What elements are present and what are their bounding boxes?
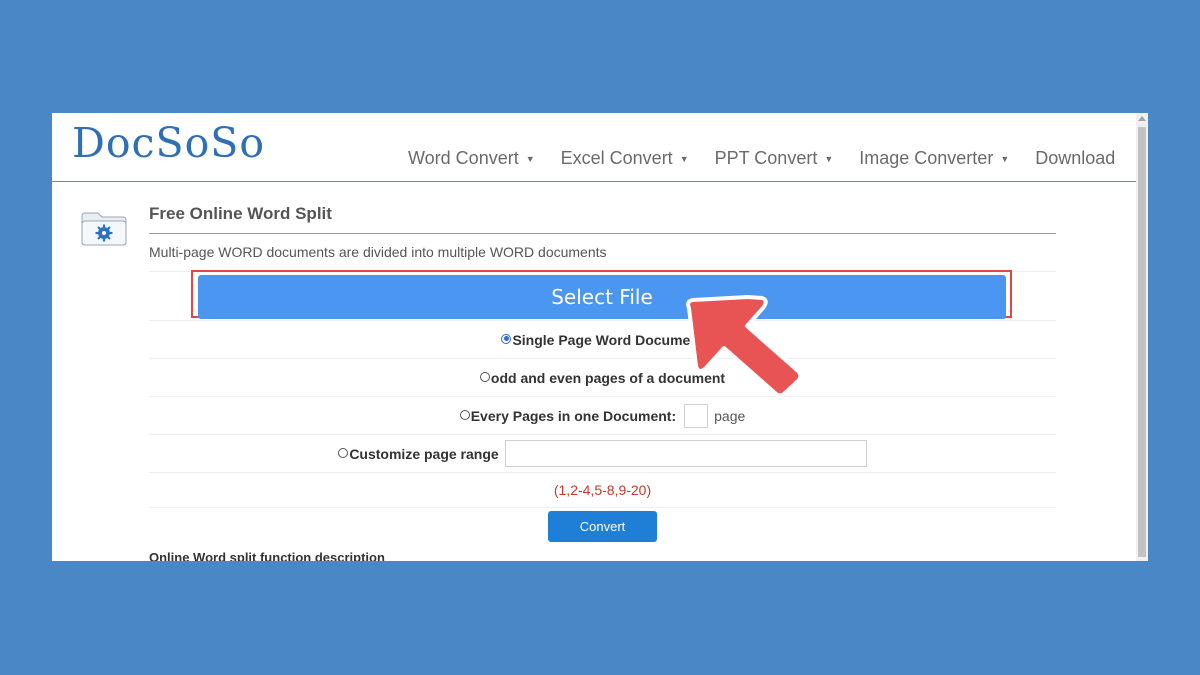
every-pages-radio[interactable] [459,409,470,420]
scroll-up-arrow-icon[interactable] [1138,116,1146,121]
every-pages-label: Every Pages in one Document: [470,407,677,424]
custom-range-radio[interactable] [338,447,349,458]
chevron-down-icon: ▼ [525,153,535,164]
option-custom-range[interactable]: Customize page range [149,435,1056,473]
chevron-down-icon: ▼ [679,153,689,164]
page-title: Free Online Word Split [149,199,1056,234]
select-file-row: Select File [149,270,1056,321]
option-every-pages[interactable]: Every Pages in one Document: page [149,397,1056,435]
pages-unit-label: page [714,407,746,424]
pointer-arrow-icon [686,295,803,398]
convert-row: Convert [149,508,1056,546]
function-description-heading: Online Word split function description [149,550,385,561]
nav-word-convert-label: Word Convert [408,148,519,168]
site-header: DocSoSo Word Convert ▼ Excel Convert ▼ P… [52,113,1136,182]
vertical-scrollbar[interactable] [1136,113,1148,561]
folder-gear-icon [81,212,127,246]
range-format-hint: (1,2-4,5-8,9-20) [149,473,1056,508]
page-description: Multi-page WORD documents are divided in… [149,234,1056,272]
page-range-input[interactable] [504,440,867,467]
nav-download[interactable]: Download [1035,148,1115,169]
nav-excel-convert[interactable]: Excel Convert ▼ [561,148,689,169]
scroll-thumb[interactable] [1138,127,1146,557]
custom-range-label: Customize page range [349,445,499,462]
nav-ppt-convert-label: PPT Convert [714,148,818,168]
option-odd-even[interactable]: odd and even pages of a document [149,359,1056,397]
nav-word-convert[interactable]: Word Convert ▼ [408,148,535,169]
site-logo[interactable]: DocSoSo [72,119,265,167]
chevron-down-icon: ▼ [824,153,834,164]
option-single-page[interactable]: Single Page Word Document [149,321,1056,359]
nav-image-converter[interactable]: Image Converter ▼ [859,148,1009,169]
odd-even-radio[interactable] [479,371,490,382]
single-page-radio[interactable] [501,333,512,344]
word-split-panel: Free Online Word Split Multi-page WORD d… [149,199,1056,561]
browser-window: DocSoSo Word Convert ▼ Excel Convert ▼ P… [52,113,1148,561]
chevron-down-icon: ▼ [1000,153,1010,164]
main-nav: Word Convert ▼ Excel Convert ▼ PPT Conve… [408,148,1115,169]
nav-download-label: Download [1035,148,1116,168]
nav-image-converter-label: Image Converter [859,148,994,168]
convert-button[interactable]: Convert [548,511,657,542]
select-file-button[interactable]: Select File [198,275,1006,319]
nav-excel-convert-label: Excel Convert [560,148,673,168]
nav-ppt-convert[interactable]: PPT Convert ▼ [715,148,834,169]
